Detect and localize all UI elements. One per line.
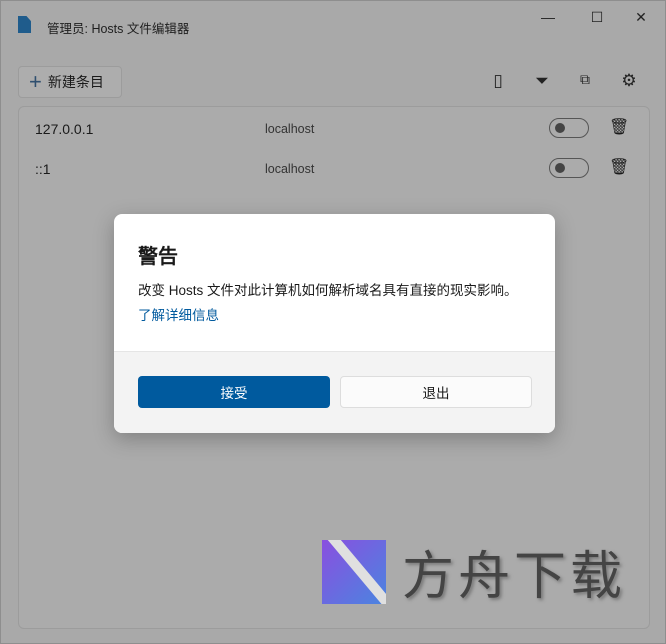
entry-hosts: localhost [265, 162, 315, 176]
dialog-footer: 接受 退出 [114, 351, 555, 433]
accept-button[interactable]: 接受 [138, 376, 330, 408]
maximize-button[interactable]: ☐ [587, 9, 607, 27]
dialog-message: 改变 Hosts 文件对此计算机如何解析域名具有直接的现实影响。 [138, 283, 518, 298]
watermark-text: 方舟下载 [402, 548, 627, 606]
entry-toggle[interactable] [549, 118, 589, 138]
file-icon[interactable]: ▯ [487, 71, 509, 93]
filter-icon[interactable]: ⏷ [531, 71, 553, 93]
trash-icon[interactable]: 🗑 [609, 157, 629, 177]
watermark: 方舟下载 [322, 534, 626, 609]
learn-more-link[interactable]: 了解详细信息 [138, 304, 219, 324]
gear-icon[interactable]: ⚙ [618, 71, 640, 93]
watermark-logo [322, 539, 386, 604]
entry-hosts: localhost [265, 122, 315, 136]
close-button[interactable]: ✕ [631, 9, 651, 27]
trash-icon[interactable]: 🗑 [609, 117, 629, 137]
table-row[interactable]: ::1 localhost 🗑 [19, 149, 649, 189]
minimize-button[interactable]: — [538, 9, 558, 27]
warning-dialog: 警告 改变 Hosts 文件对此计算机如何解析域名具有直接的现实影响。 了解详细… [114, 214, 555, 433]
table-row[interactable]: 127.0.0.1 localhost 🗑 [19, 109, 649, 149]
new-entry-label: 新建条目 [47, 74, 104, 90]
open-external-icon[interactable]: ⧉ [574, 71, 596, 93]
app-window: 管理员: Hosts 文件编辑器 — ☐ ✕ + 新建条目 ▯ ⏷ ⧉ ⚙ 12… [0, 0, 666, 644]
plus-icon: + [29, 69, 42, 94]
entry-toggle[interactable] [549, 158, 589, 178]
exit-button[interactable]: 退出 [340, 376, 532, 408]
new-entry-button[interactable]: + 新建条目 [18, 66, 122, 98]
app-icon [18, 16, 31, 33]
entry-address: ::1 [35, 161, 51, 177]
window-title: 管理员: Hosts 文件编辑器 [47, 22, 190, 36]
dialog-title: 警告 [138, 246, 178, 268]
entry-address: 127.0.0.1 [35, 121, 94, 137]
